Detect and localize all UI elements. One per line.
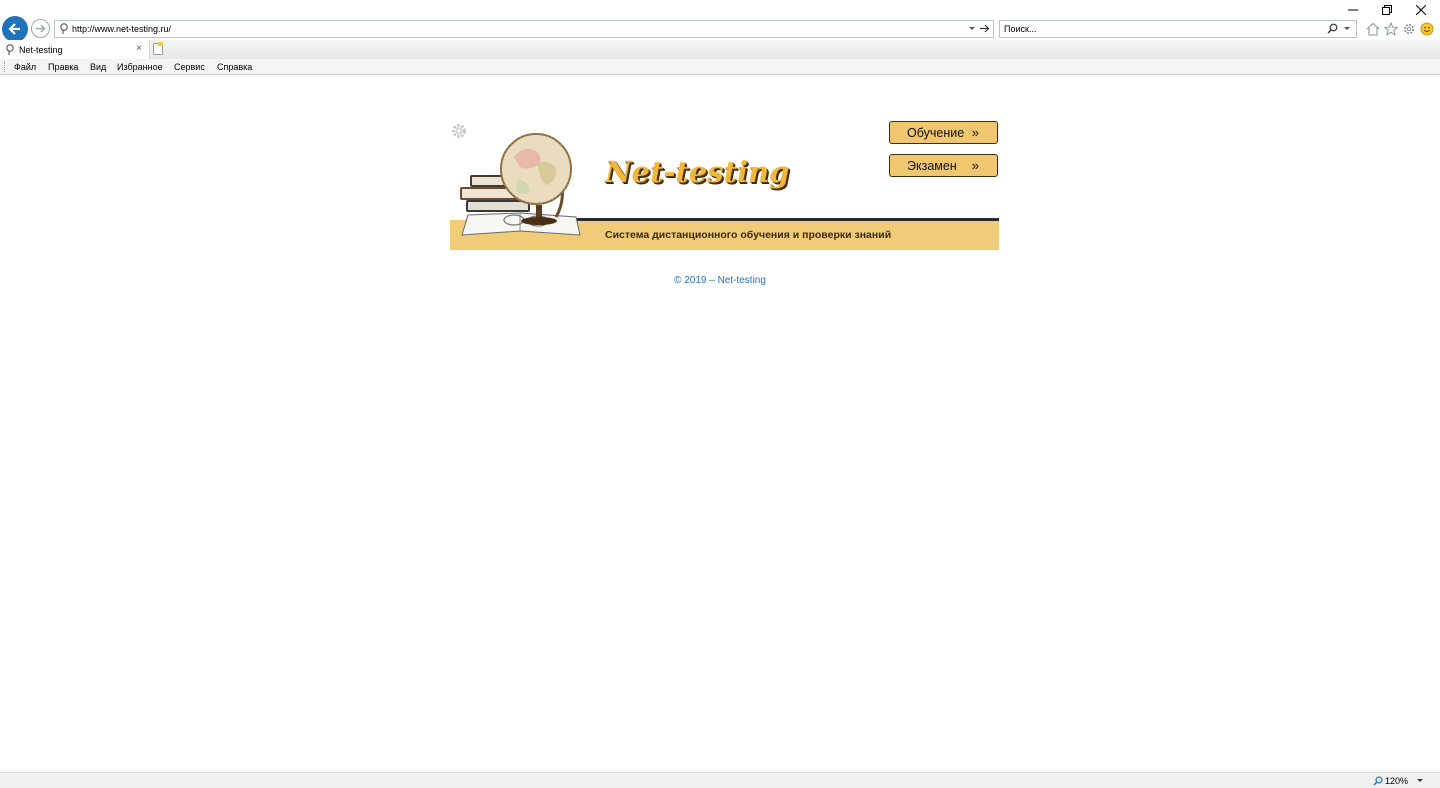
home-icon[interactable] (1365, 21, 1381, 37)
address-url: http://www.net-testing.ru/ (72, 24, 172, 34)
new-tab-icon (153, 42, 163, 55)
double-chevron-right-icon: » (971, 158, 979, 173)
go-arrow-icon[interactable] (979, 23, 990, 34)
menu-bar: Файл Правка Вид Избранное Сервис Справка (0, 59, 1440, 75)
page-icon (6, 44, 14, 55)
footer-copyright: © 2019 – Net-testing (674, 275, 766, 286)
address-bar[interactable]: http://www.net-testing.ru/ (54, 20, 994, 38)
site-tagline: Система дистанционного обучения и провер… (605, 229, 892, 241)
arrow-left-icon (8, 23, 20, 35)
menu-help[interactable]: Справка (217, 61, 252, 73)
exam-button[interactable]: Экзамен » (889, 154, 998, 177)
status-bar: 120% (0, 772, 1440, 788)
menu-grip (4, 61, 7, 72)
new-tab-button[interactable] (151, 41, 165, 56)
menu-view[interactable]: Вид (90, 61, 106, 73)
minimize-icon[interactable] (1341, 2, 1365, 18)
settings-gear-icon[interactable] (1401, 21, 1417, 37)
globe-books-illustration (460, 133, 581, 236)
search-icon[interactable] (1327, 23, 1338, 34)
header-rule (550, 218, 999, 221)
double-chevron-right-icon: » (971, 125, 979, 140)
search-input[interactable] (1004, 22, 1304, 36)
menu-edit[interactable]: Правка (48, 61, 78, 73)
page-content: Net-testing Система дистанционного обуче… (0, 75, 1440, 772)
tab-net-testing[interactable]: Net-testing × (0, 40, 150, 59)
close-window-icon[interactable] (1409, 2, 1433, 18)
tab-strip (0, 40, 1440, 59)
exam-button-label: Экзамен (907, 159, 957, 173)
zoom-icon[interactable] (1373, 776, 1383, 786)
site-logo: Net-testing (605, 155, 790, 189)
tab-title: Net-testing (19, 45, 63, 55)
training-button-label: Обучение (907, 126, 965, 140)
menu-favorites[interactable]: Избранное (117, 61, 163, 73)
page-icon (60, 23, 68, 34)
back-button[interactable] (2, 16, 28, 42)
chevron-down-icon[interactable] (1416, 778, 1424, 784)
menu-tools[interactable]: Сервис (174, 61, 205, 73)
zoom-level[interactable]: 120% (1385, 775, 1408, 787)
feedback-smiley-icon[interactable] (1419, 21, 1435, 37)
search-box[interactable] (999, 20, 1357, 38)
close-tab-icon[interactable]: × (136, 43, 142, 55)
chevron-down-icon[interactable] (1343, 24, 1351, 32)
site-header: Net-testing Система дистанционного обуче… (450, 119, 999, 251)
restore-icon[interactable] (1375, 2, 1399, 18)
training-button[interactable]: Обучение » (889, 121, 998, 144)
arrow-right-icon (36, 24, 46, 33)
forward-button[interactable] (31, 19, 50, 38)
chevron-down-icon[interactable] (968, 24, 976, 32)
favorites-star-icon[interactable] (1383, 21, 1399, 37)
menu-file[interactable]: Файл (14, 61, 36, 73)
